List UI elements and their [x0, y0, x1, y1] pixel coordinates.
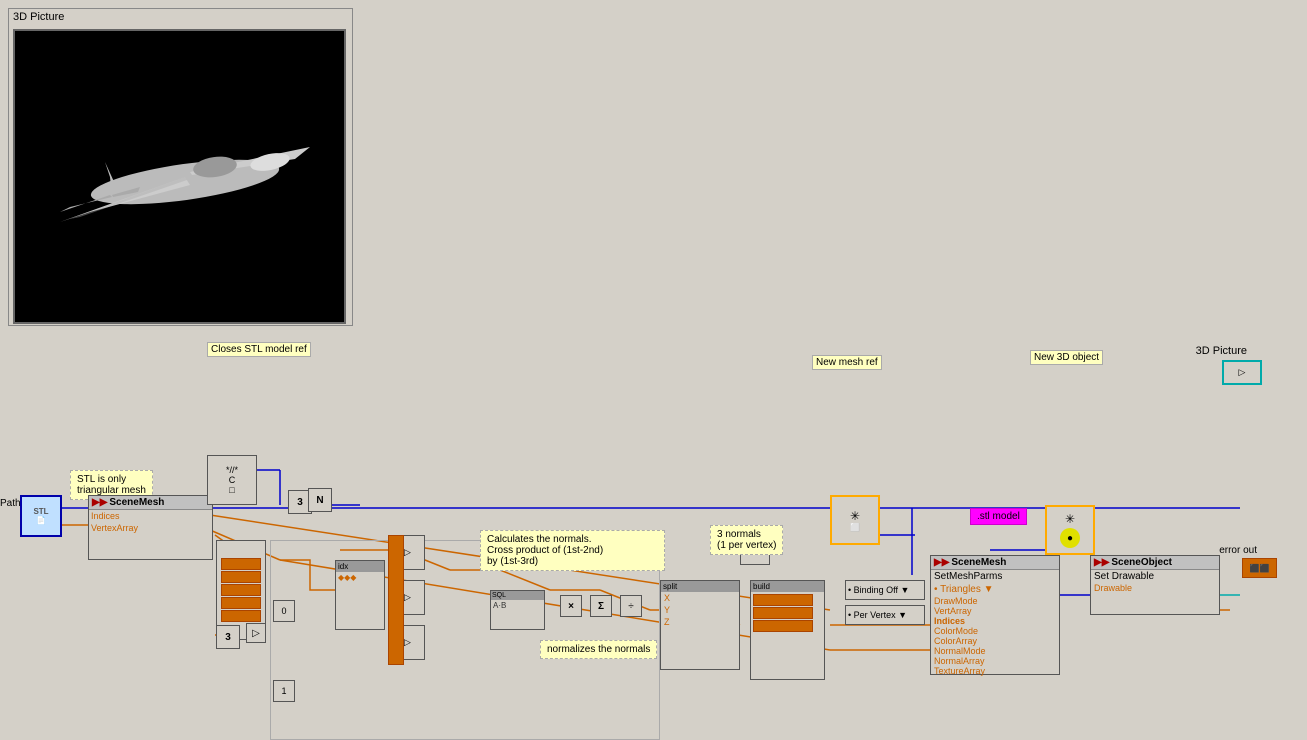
per-vertex-dropdown[interactable]: • Per Vertex ▼ [845, 605, 925, 625]
new-3d-object-label: New 3D object [1030, 350, 1103, 365]
new-mesh-ref-label: New mesh ref [812, 355, 882, 370]
three-node-mid[interactable]: 3 [216, 625, 240, 649]
indices-port: Indices [89, 510, 212, 522]
normalizes-normals-box: normalizes the normals [540, 640, 657, 659]
three-normals-box: 3 normals(1 per vertex) [710, 525, 783, 555]
formula-node[interactable]: SQL A·B [490, 590, 545, 630]
xyz-split-node[interactable]: split X Y Z [660, 580, 740, 670]
array-index-node[interactable]: idx ◆◆◆ [335, 560, 385, 630]
new-3d-object-node[interactable]: ✳ ● [1045, 505, 1095, 555]
bracket-node [388, 535, 404, 665]
picture-canvas [13, 29, 346, 324]
scene-mesh-node-1[interactable]: ▶▶ SceneMesh Indices VertexArray [88, 495, 213, 560]
picture-panel: 3D Picture [8, 8, 353, 326]
sum-node[interactable]: Σ [590, 595, 612, 617]
scene-object-node[interactable]: ▶▶ SceneObject Set Drawable Drawable [1090, 555, 1220, 615]
n-node[interactable]: N [308, 488, 332, 512]
glider-svg [30, 47, 330, 307]
picture-panel-title: 3D Picture [9, 9, 352, 25]
index-one-node[interactable]: 1 [273, 680, 295, 702]
binding-off-dropdown[interactable]: • Binding Off ▼ [845, 580, 925, 600]
div-node[interactable]: ÷ [620, 595, 642, 617]
diagram-area: Closes STL model ref New mesh ref New 3D… [0, 340, 1307, 703]
calculates-normals-box: Calculates the normals.Cross product of … [480, 530, 665, 571]
closes-stl-label: Closes STL model ref [207, 342, 311, 357]
new-mesh-ref-node[interactable]: ✳ ⬜ [830, 495, 880, 545]
error-out-node[interactable]: ⬛⬛ [1242, 558, 1277, 578]
path-label: Path [0, 498, 21, 509]
index-zero-node[interactable]: 0 [273, 600, 295, 622]
multiply-node[interactable]: × [560, 595, 582, 617]
vertex-array-port: VertexArray [89, 522, 212, 534]
error-out-label: error out [1219, 545, 1257, 556]
picture-output-node[interactable]: ▷ [1222, 360, 1262, 385]
triangle-node-mid[interactable]: ▷ [246, 623, 266, 643]
scene-mesh-node-2[interactable]: ▶▶ SceneMesh SetMeshParms • Triangles ▼ … [930, 555, 1060, 675]
control-node-top[interactable]: *//* C □ [207, 455, 257, 505]
picture-3d-right-label: 3D Picture [1196, 345, 1247, 357]
stl-model-label: .stl model [970, 508, 1027, 525]
stl-node[interactable]: STL 📄 [20, 495, 62, 537]
array-rebuild-node[interactable]: build [750, 580, 825, 680]
